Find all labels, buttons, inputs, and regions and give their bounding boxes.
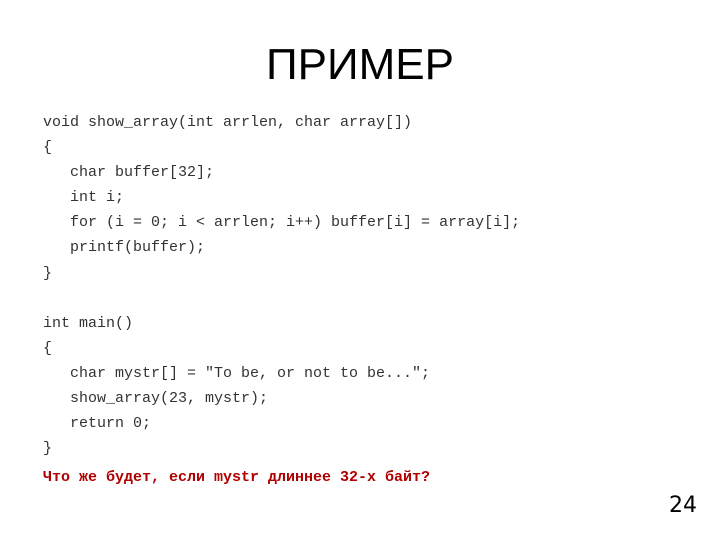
code-line: for (i = 0; i < arrlen; i++) buffer[i] =… [43, 214, 521, 232]
code-line: void show_array(int arrlen, char array[]… [43, 114, 413, 131]
slide-title: ПРИМЕР [266, 40, 454, 89]
slide-number: 24 [669, 493, 697, 518]
code-line: } [43, 264, 53, 282]
code-line: show_array(23, mystr); [43, 390, 269, 408]
code-line: printf(buffer); [43, 239, 206, 257]
code-line: char mystr[] = "To be, or not to be..."; [43, 364, 431, 382]
code-line: { [43, 139, 53, 157]
code-line: char buffer[32]; [43, 164, 215, 182]
question-text: Что же будет, если mystr длиннее 32-х ба… [43, 469, 431, 486]
code-listing: void show_array(int arrlen, char array[]… [43, 110, 520, 461]
code-line: } [43, 440, 53, 458]
code-line: int i; [43, 189, 125, 207]
code-line: { [43, 339, 53, 357]
code-line: int main() [43, 314, 134, 332]
code-line: return 0; [43, 415, 152, 433]
